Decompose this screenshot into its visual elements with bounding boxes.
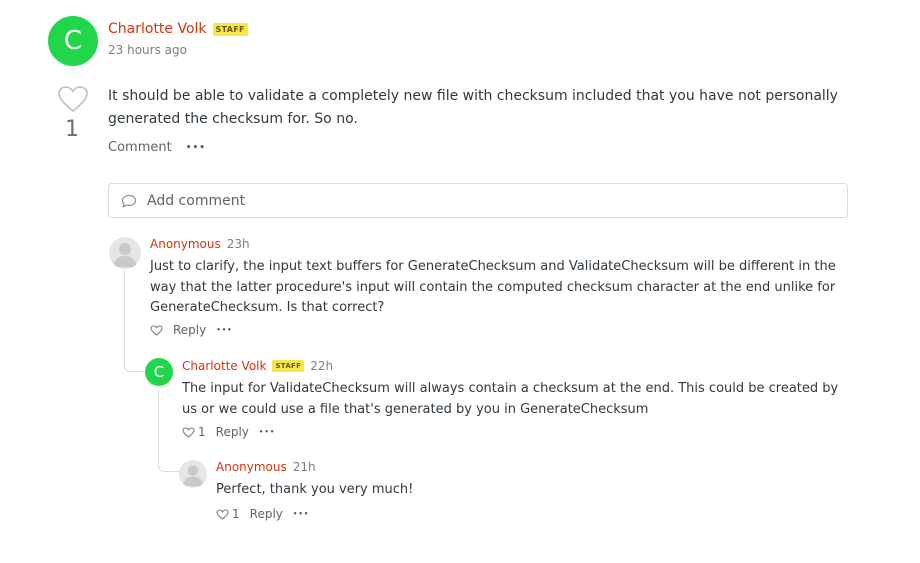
avatar-initial: C [153, 363, 165, 381]
add-comment-box[interactable]: Add comment [108, 183, 848, 218]
user-silhouette-icon [182, 465, 204, 487]
reply-link[interactable]: Reply [250, 507, 283, 521]
heart-icon [216, 508, 229, 520]
like-button[interactable]: 1 [216, 507, 240, 521]
user-silhouette-icon [113, 243, 137, 267]
post-more-menu[interactable]: ••• [186, 143, 206, 153]
comment-timestamp: 23h [226, 237, 250, 251]
comment-body: The input for ValidateChecksum will alwa… [182, 381, 839, 417]
speech-bubble-icon [121, 194, 137, 207]
post-body: It should be able to validate a complete… [108, 88, 838, 127]
heart-icon [182, 426, 195, 438]
post-author-name[interactable]: Charlotte Volk [108, 21, 207, 37]
comment-timestamp: 22h [310, 359, 334, 373]
comment-avatar[interactable] [179, 460, 207, 488]
heart-icon [150, 324, 163, 336]
like-button[interactable]: 1 [182, 425, 206, 439]
comment-link[interactable]: Comment [108, 140, 172, 155]
vote-heart-button[interactable] [57, 85, 89, 113]
comment-avatar[interactable]: C [145, 358, 173, 386]
comment-author[interactable]: Anonymous [150, 237, 221, 251]
add-comment-label: Add comment [147, 192, 246, 209]
thread-connector [124, 270, 146, 372]
comment-body: Just to clarify, the input text buffers … [150, 259, 836, 315]
comment-more-menu[interactable]: ••• [259, 428, 275, 436]
comment-body: Perfect, thank you very much! [216, 482, 414, 497]
post-timestamp: 23 hours ago [108, 43, 187, 57]
comment-more-menu[interactable]: ••• [293, 510, 309, 518]
like-count: 1 [198, 425, 206, 439]
staff-badge: STAFF [212, 22, 248, 36]
heart-icon [58, 86, 88, 112]
reply-link[interactable]: Reply [216, 425, 249, 439]
like-count: 1 [232, 507, 240, 521]
comment-more-menu[interactable]: ••• [216, 326, 232, 334]
avatar-initial: C [63, 26, 83, 56]
vote-count: 1 [65, 117, 79, 142]
reply-link[interactable]: Reply [173, 323, 206, 337]
comment-author[interactable]: Charlotte Volk [182, 359, 266, 373]
staff-badge: STAFF [272, 360, 305, 372]
comment-timestamp: 21h [292, 460, 316, 474]
comment-author[interactable]: Anonymous [216, 460, 287, 474]
comment-avatar[interactable] [109, 237, 141, 269]
post-author-avatar[interactable]: C [48, 16, 98, 66]
thread-connector [158, 390, 180, 472]
like-button[interactable] [150, 324, 163, 336]
